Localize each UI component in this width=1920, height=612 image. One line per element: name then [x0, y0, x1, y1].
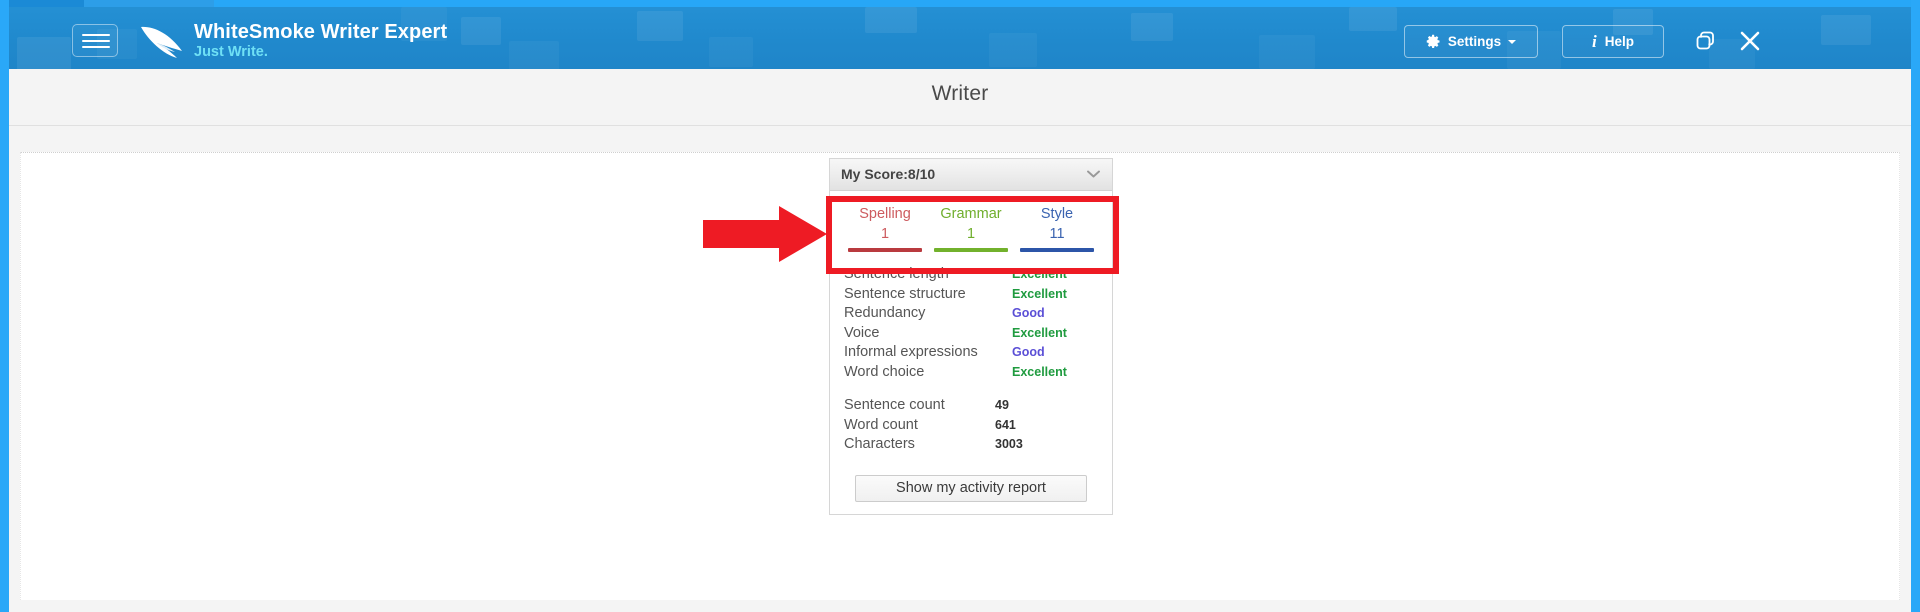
help-label: Help: [1604, 34, 1634, 49]
my-score-panel: My Score:8/10 Spelling 1 Grammar 1 Style…: [829, 158, 1113, 515]
accent-segment-light: [84, 0, 214, 7]
count-label: Word count: [844, 416, 918, 433]
header-decoration: [1259, 35, 1315, 69]
metric-row: Voice Excellent: [844, 325, 1098, 345]
app-window: WhiteSmoke Writer Expert Just Write. Set…: [0, 0, 1920, 612]
count-row: Characters 3003: [844, 436, 1098, 456]
hamburger-menu-icon[interactable]: [72, 24, 118, 57]
show-activity-report-button[interactable]: Show my activity report: [855, 474, 1087, 502]
metric-row: Sentence structure Excellent: [844, 286, 1098, 306]
metric-label: Word choice: [844, 363, 925, 380]
score-category-row: Spelling 1 Grammar 1 Style 11: [830, 191, 1112, 258]
settings-label: Settings: [1447, 34, 1502, 49]
metric-label: Informal expressions: [844, 344, 978, 360]
score-category-underline: [934, 248, 1008, 252]
header-decoration: [1131, 13, 1173, 41]
metric-value: Excellent: [1012, 364, 1067, 379]
app-title: WhiteSmoke Writer Expert: [194, 21, 448, 44]
gear-icon: [1426, 34, 1440, 48]
header-decoration: [709, 37, 753, 67]
metric-value: Good: [1012, 345, 1045, 359]
count-value: 3003: [995, 437, 1023, 451]
hamburger-bar: [82, 40, 110, 42]
score-category-spelling[interactable]: Spelling 1: [842, 205, 928, 252]
header-decoration: [1349, 7, 1397, 31]
metric-value: Excellent: [1012, 325, 1067, 340]
count-value: 49: [995, 398, 1009, 412]
accent-segment-dark: [9, 0, 84, 7]
score-category-underline: [1020, 248, 1094, 252]
page-title: Writer: [931, 82, 989, 105]
brand-logo: WhiteSmoke Writer Expert Just Write.: [139, 18, 447, 64]
close-x-icon[interactable]: [1737, 28, 1763, 54]
app-tagline: Just Write.: [194, 44, 268, 61]
metric-value: Excellent: [1012, 286, 1067, 301]
score-category-label: Style: [1040, 206, 1074, 222]
score-metrics-list: Sentence length Excellent Sentence struc…: [830, 258, 1112, 383]
page-title-bar: Writer: [9, 69, 1911, 126]
header-decoration: [865, 7, 917, 33]
header-decoration: [509, 41, 559, 69]
metric-row: Informal expressions Good: [844, 344, 1098, 364]
metric-value: Excellent: [1012, 267, 1067, 281]
score-category-grammar[interactable]: Grammar 1: [928, 205, 1014, 252]
metric-label: Sentence length: [844, 266, 949, 282]
metric-label: Voice: [844, 324, 880, 341]
settings-button[interactable]: Settings: [1404, 25, 1538, 58]
header-decoration: [1821, 15, 1871, 45]
restore-window-icon[interactable]: [1693, 28, 1719, 54]
metric-label: Sentence structure: [844, 285, 966, 302]
hamburger-bar: [82, 34, 110, 36]
score-category-label: Spelling: [859, 206, 911, 222]
score-category-count: 11: [1049, 226, 1065, 242]
header-decoration: [989, 33, 1037, 67]
score-counts-list: Sentence count 49 Word count 641 Charact…: [830, 383, 1112, 456]
score-category-count: 1: [966, 226, 976, 242]
count-value: 641: [995, 417, 1016, 432]
my-score-title: My Score:8/10: [841, 166, 936, 182]
metric-label: Redundancy: [844, 305, 926, 321]
count-row: Sentence count 49: [844, 397, 1098, 417]
help-button[interactable]: i Help: [1562, 25, 1664, 58]
score-category-label: Grammar: [940, 206, 1002, 222]
metric-value: Good: [1012, 306, 1045, 320]
window-top-accent-strip: [9, 0, 1911, 7]
metric-row: Sentence length Excellent: [844, 266, 1098, 286]
header-decoration: [637, 11, 683, 41]
chevron-down-icon: [1508, 39, 1517, 44]
chevron-down-icon[interactable]: [1087, 170, 1100, 178]
score-category-count: 1: [880, 226, 890, 242]
metric-row: Redundancy Good: [844, 305, 1098, 325]
header-decoration: [17, 37, 71, 69]
score-category-underline: [848, 248, 922, 252]
score-category-style[interactable]: Style 11: [1014, 205, 1100, 252]
count-label: Sentence count: [844, 397, 945, 413]
info-italic-icon: i: [1592, 31, 1597, 51]
hamburger-bar: [82, 46, 110, 48]
my-score-panel-header[interactable]: My Score:8/10: [830, 159, 1112, 191]
quill-feather-icon: [141, 26, 182, 58]
count-row: Word count 641: [844, 417, 1098, 437]
app-header: WhiteSmoke Writer Expert Just Write. Set…: [9, 7, 1911, 69]
header-decoration: [461, 17, 501, 45]
metric-row: Word choice Excellent: [844, 364, 1098, 384]
count-label: Characters: [844, 436, 915, 452]
my-score-panel-body: Spelling 1 Grammar 1 Style 11 Sentence l…: [830, 191, 1112, 514]
